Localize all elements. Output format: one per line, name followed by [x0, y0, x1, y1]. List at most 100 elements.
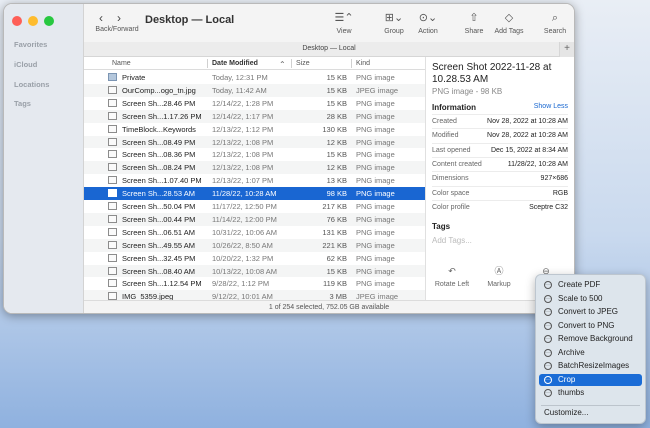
menu-item[interactable]: ··· Create PDF	[539, 279, 642, 291]
menu-item[interactable]: ··· Remove Background	[539, 333, 642, 345]
file-size: 15 KB	[326, 266, 347, 276]
file-date: 11/28/22, 10:28 AM	[212, 189, 277, 199]
share-button[interactable]: ⇧ Share	[464, 12, 484, 35]
file-kind: PNG image	[356, 189, 395, 199]
file-name: Screen Sh...08.36 PM	[122, 150, 196, 160]
table-row[interactable]: TimeBlock...Keywords 12/13/22, 1:12 PM 130…	[84, 123, 425, 136]
file-size: 98 KB	[326, 189, 347, 199]
menu-item-label: thumbs	[558, 388, 585, 397]
file-kind: PNG image	[356, 279, 395, 289]
forward-icon[interactable]: ›	[117, 11, 135, 25]
file-icon	[108, 124, 117, 133]
status-bar: 1 of 254 selected, 752.05 GB available	[84, 300, 574, 313]
table-row[interactable]: Screen Sh...08.36 PM 12/13/22, 1:08 PM 15 …	[84, 148, 425, 161]
file-name: Screen Sh...08.49 PM	[122, 137, 196, 147]
column-date-modified[interactable]: Date Modified	[212, 60, 258, 67]
column-kind[interactable]: Kind	[356, 60, 370, 67]
sidebar-section-tags[interactable]: Tags	[14, 99, 31, 108]
search-button[interactable]: ⌕ Search	[543, 12, 567, 35]
back-forward-control[interactable]: ‹› Back/Forward	[93, 12, 141, 33]
add-tags-field[interactable]: Add Tags...	[432, 236, 472, 245]
menu-item[interactable]: ··· Scale to 500	[539, 293, 642, 305]
table-row[interactable]: Screen Sh...06.51 AM 10/31/22, 10:06 AM 13…	[84, 226, 425, 239]
add-tags-button[interactable]: ◇ Add Tags	[492, 12, 526, 35]
menu-item[interactable]: ··· thumbs	[539, 387, 642, 399]
menu-item[interactable]: ··· Crop	[539, 373, 642, 386]
new-tab-button[interactable]: +	[559, 42, 574, 57]
customize-menu-item[interactable]: Customize...	[544, 408, 588, 417]
minimize-button[interactable]	[28, 16, 38, 26]
table-row[interactable]: Screen Sh...08.40 AM 10/13/22, 10:08 AM 15…	[84, 264, 425, 278]
info-row: Dimensions 927×686	[432, 171, 568, 185]
sidebar-section-locations[interactable]: Locations	[14, 80, 49, 89]
file-icon	[108, 85, 117, 94]
resize-icon: ···	[544, 362, 552, 370]
info-key: Created	[432, 118, 457, 125]
table-row[interactable]: Screen Sh...1.12.54 PM 9/28/22, 1:12 PM 11…	[84, 277, 425, 290]
group-button[interactable]: ⊞⌄ Group	[382, 12, 406, 35]
file-icon	[108, 150, 117, 159]
view-button[interactable]: ☰⌃ View	[332, 12, 356, 35]
finder-window: Favorites iCloud Locations Tags ‹› Back/…	[3, 3, 575, 314]
table-row[interactable]: Screen Sh...1.17.26 PM 12/14/22, 1:17 PM 2…	[84, 109, 425, 123]
sidebar-section-icloud[interactable]: iCloud	[14, 60, 37, 69]
rotate-left-button[interactable]: ↶ Rotate Left	[432, 266, 472, 288]
file-date: Today, 11:42 AM	[212, 85, 267, 95]
menu-item[interactable]: ··· Convert to JPEG	[539, 306, 642, 318]
file-kind: PNG image	[356, 176, 395, 186]
zoom-button[interactable]	[44, 16, 54, 26]
table-row[interactable]: Screen Sh...32.45 PM 10/20/22, 1:32 PM 62 …	[84, 252, 425, 265]
column-size[interactable]: Size	[296, 60, 310, 67]
file-date: 12/13/22, 1:08 PM	[212, 150, 274, 160]
table-row[interactable]: OurComp...ogo_tn.jpg Today, 11:42 AM 15 KB…	[84, 83, 425, 97]
file-size: 12 KB	[326, 163, 347, 173]
folder-icon	[108, 73, 117, 81]
table-row[interactable]: Screen Sh...28.53 AM 11/28/22, 10:28 AM 98…	[84, 187, 425, 200]
file-kind: PNG image	[356, 253, 395, 263]
file-icon	[108, 176, 117, 185]
menu-item[interactable]: ··· Convert to PNG	[539, 320, 642, 332]
view-label: View	[336, 28, 352, 35]
table-row[interactable]: Screen Sh...08.49 PM 12/13/22, 1:08 PM 12 …	[84, 135, 425, 149]
file-name: OurComp...ogo_tn.jpg	[122, 85, 196, 95]
table-row[interactable]: Screen Sh...1.07.40 PM 12/13/22, 1:07 PM 1…	[84, 174, 425, 187]
menu-item-label: BatchResizeImages	[558, 361, 630, 370]
menu-item-label: Convert to PNG	[558, 320, 615, 330]
table-row[interactable]: Screen Sh...00.44 PM 11/14/22, 12:00 PM 76…	[84, 212, 425, 226]
preview-title: Screen Shot 2022-11-28 at 10.28.53 AM	[432, 62, 552, 85]
file-size: 119 KB	[322, 279, 347, 289]
close-button[interactable]	[12, 16, 22, 26]
action-label: Action	[418, 28, 438, 35]
column-name[interactable]: Name	[112, 60, 131, 67]
file-name: Screen Sh...1.12.54 PM	[122, 279, 202, 289]
file-name: Screen Sh...08.40 AM	[122, 266, 195, 276]
preview-pane: Screen Shot 2022-11-28 at 10.28.53 AM PN…	[425, 57, 574, 300]
file-date: Today, 12:31 PM	[212, 73, 268, 82]
file-kind: JPEG image	[356, 85, 399, 95]
sidebar-section-favorites[interactable]: Favorites	[14, 40, 47, 49]
table-row[interactable]: Screen Sh...08.24 PM 12/13/22, 1:08 PM 12 …	[84, 161, 425, 175]
file-size: 13 KB	[326, 176, 347, 186]
sort-chevron-icon[interactable]: ⌃	[279, 60, 286, 69]
table-row[interactable]: Screen Sh...49.55 AM 10/26/22, 8:50 AM 221…	[84, 238, 425, 252]
action-button[interactable]: ⊙⌄ Action	[415, 12, 441, 35]
file-icon	[108, 163, 117, 172]
file-name: Screen Sh...08.24 PM	[122, 163, 196, 173]
file-kind: PNG image	[356, 73, 395, 82]
menu-item[interactable]: ··· Archive	[539, 347, 642, 359]
back-icon[interactable]: ‹	[99, 11, 117, 25]
file-size: 221 KB	[322, 240, 347, 250]
thumbs-icon: ···	[544, 389, 552, 397]
markup-button[interactable]: Ⓐ Markup	[484, 266, 514, 288]
show-less-link[interactable]: Show Less	[534, 103, 568, 110]
file-size: 76 KB	[326, 214, 347, 224]
file-name: Screen Sh...32.45 PM	[122, 253, 196, 263]
file-size: 62 KB	[326, 253, 347, 263]
table-row[interactable]: Screen Sh...50.04 PM 11/17/22, 12:50 PM 21…	[84, 200, 425, 213]
menu-item[interactable]: ··· BatchResizeImages	[539, 360, 642, 372]
table-row[interactable]: Private Today, 12:31 PM 15 KB PNG image	[84, 71, 425, 84]
ellipsis-icon: ⊙⌄	[418, 12, 438, 24]
file-icon	[108, 279, 117, 288]
table-row[interactable]: Screen Sh...28.46 PM 12/14/22, 1:28 PM 15 …	[84, 97, 425, 110]
file-icon	[108, 266, 117, 275]
